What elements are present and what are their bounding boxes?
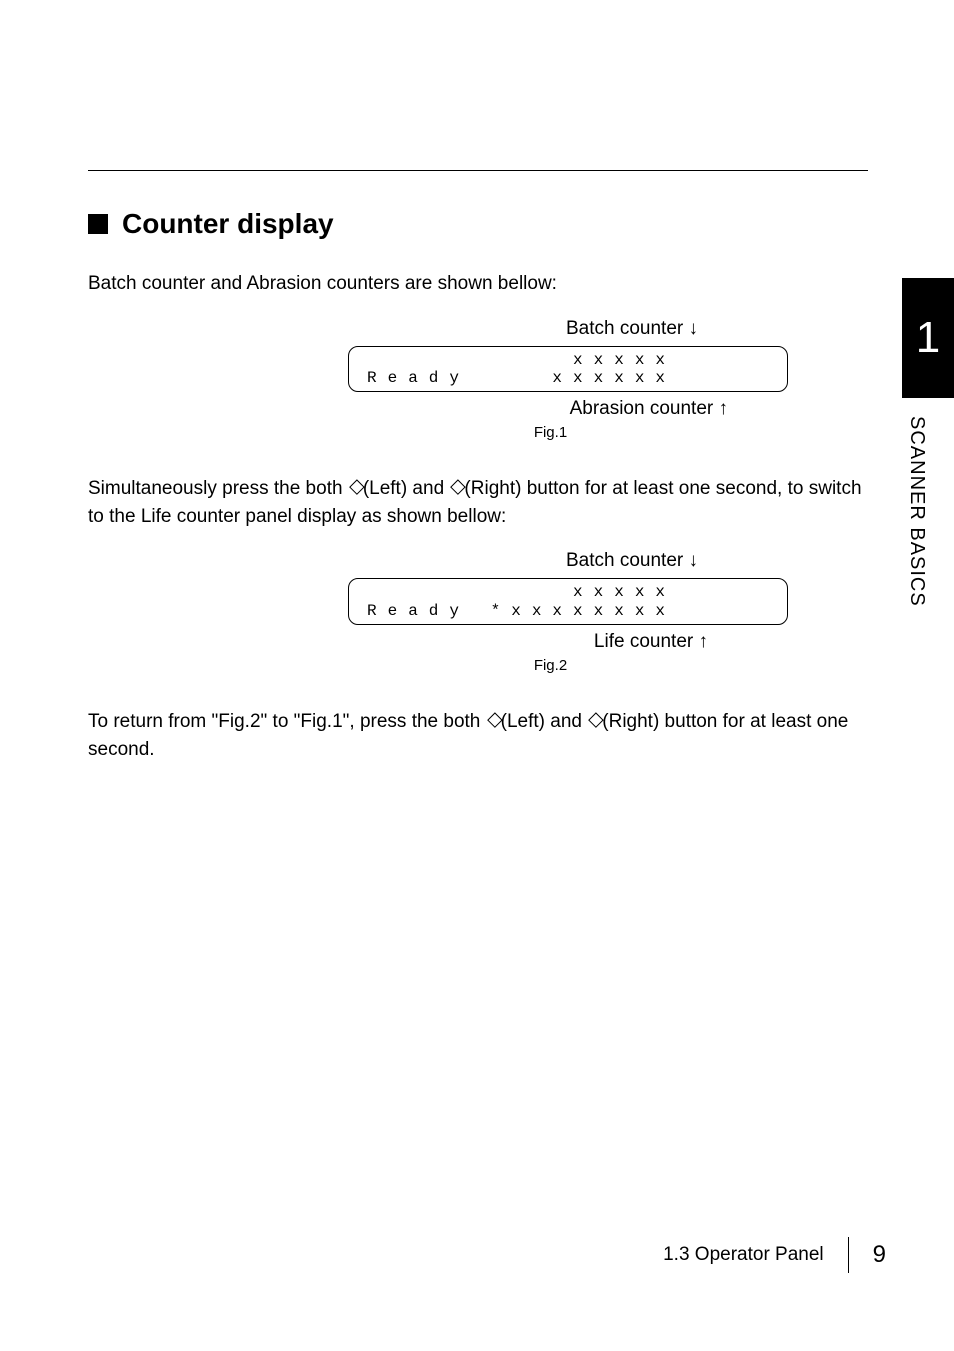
page-number: 9: [873, 1241, 886, 1269]
fig1-top-label: Batch counter ↓: [348, 318, 788, 340]
paragraph-1: Batch counter and Abrasion counters are …: [88, 270, 868, 298]
fig1-caption: Fig.1: [348, 424, 788, 441]
footer-section-text: 1.3 Operator Panel: [663, 1244, 824, 1266]
fig1-bottom-label: Abrasion counter ↑: [348, 398, 788, 420]
fig1-block: Batch counter ↓ xxxxx Ready xxxxxx Abras…: [348, 318, 788, 442]
fig2-bottom-label: Life counter ↑: [348, 631, 788, 653]
paragraph-2: Simultaneously press the both (Left) and…: [88, 475, 868, 530]
chapter-title: SCANNER BASICS: [905, 416, 928, 607]
chapter-number: 1: [916, 313, 940, 363]
footer: 1.3 Operator Panel 9: [663, 1237, 886, 1273]
fig2-block: Batch counter ↓ xxxxx Ready *xxxxxxxx Li…: [348, 550, 788, 674]
footer-divider: [848, 1237, 849, 1273]
fig2-top-label: Batch counter ↓: [348, 550, 788, 572]
paragraph-3: To return from "Fig.2" to "Fig.1", press…: [88, 708, 868, 763]
heading-row: Counter display: [88, 208, 868, 240]
fig2-caption: Fig.2: [348, 657, 788, 674]
fig2-lcd: xxxxx Ready *xxxxxxxx: [348, 578, 788, 625]
heading-bullet-icon: [88, 214, 108, 234]
chapter-tab: 1: [902, 278, 954, 398]
heading-text: Counter display: [122, 208, 334, 240]
fig1-lcd: xxxxx Ready xxxxxx: [348, 346, 788, 393]
